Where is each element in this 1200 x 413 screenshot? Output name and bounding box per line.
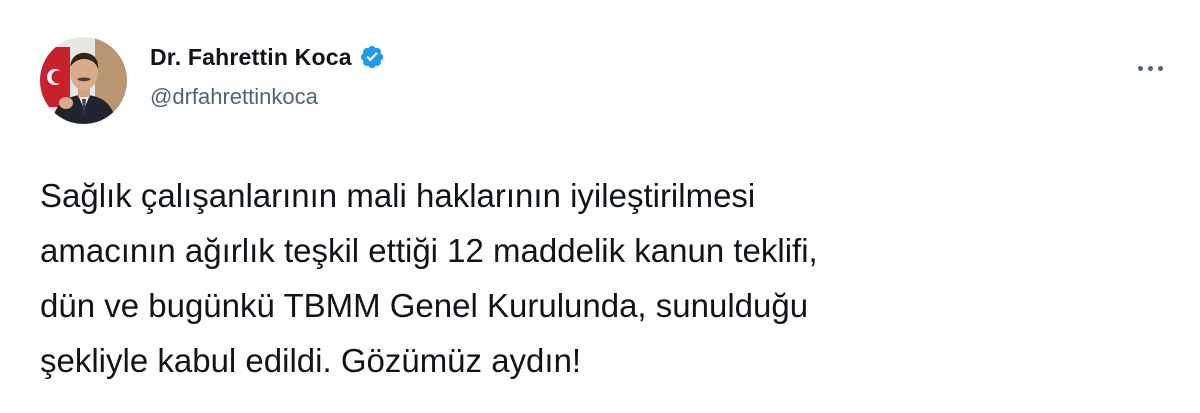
more-options-icon[interactable]: [1130, 58, 1170, 78]
author-info: Dr. Fahrettin Koca @drfahrettinkoca: [150, 40, 385, 110]
display-name[interactable]: Dr. Fahrettin Koca: [150, 44, 352, 71]
tweet-text: Sağlık çalışanlarının mali haklarının iy…: [40, 168, 1160, 388]
tweet-line: amacının ağırlık teşkil ettiği 12 maddel…: [40, 232, 818, 269]
tweet-card: Dr. Fahrettin Koca @drfahrettinkoca Sağl…: [0, 0, 1200, 413]
tweet-line: dün ve bugünkü TBMM Genel Kurulunda, sun…: [40, 287, 809, 324]
avatar[interactable]: [40, 37, 127, 124]
name-row: Dr. Fahrettin Koca: [150, 40, 385, 74]
more-dot: [1147, 65, 1153, 71]
avatar-photo: [40, 37, 127, 124]
tweet-line: şekliyle kabul edildi. Gözümüz aydın!: [40, 342, 582, 379]
more-dot: [1137, 65, 1143, 71]
verified-badge-icon: [359, 44, 385, 70]
handle[interactable]: @drfahrettinkoca: [150, 84, 385, 110]
more-dot: [1157, 65, 1163, 71]
tweet-line: Sağlık çalışanlarının mali haklarının iy…: [40, 177, 756, 214]
